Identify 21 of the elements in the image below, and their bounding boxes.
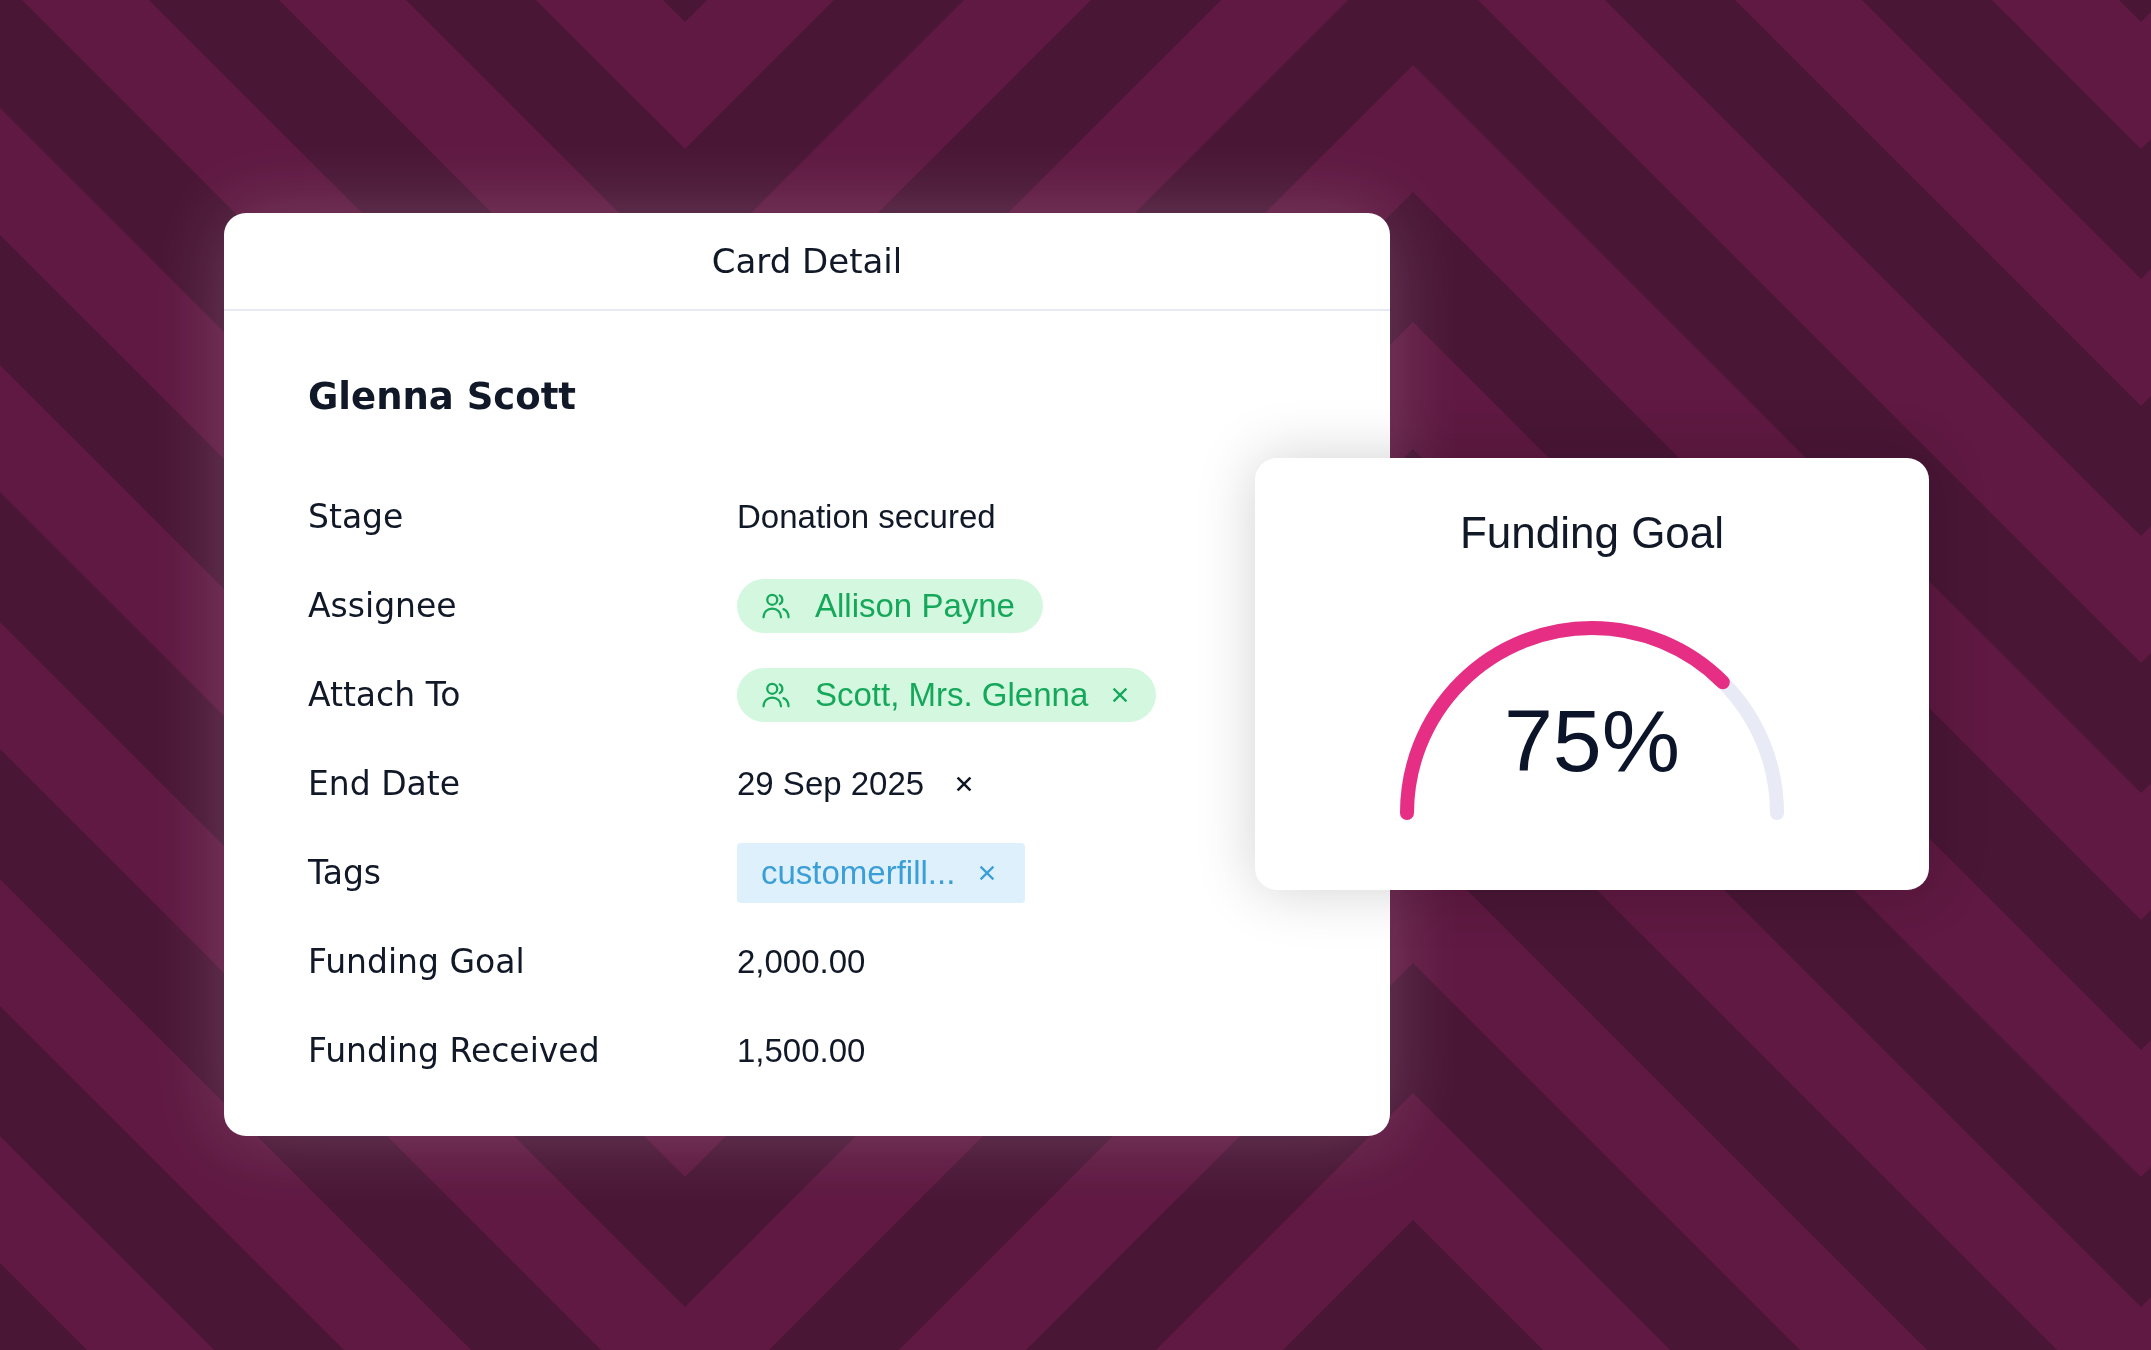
remove-icon[interactable] xyxy=(1112,686,1129,703)
field-value: 1,500.00 xyxy=(737,1031,866,1070)
field-label: Tags xyxy=(308,853,383,892)
field-label: End Date xyxy=(308,764,462,803)
field-label: Attach To xyxy=(308,675,462,714)
clear-icon[interactable] xyxy=(956,775,973,792)
field-label: Funding Goal xyxy=(308,942,526,981)
tag-chip[interactable]: customerfill... xyxy=(737,842,1026,903)
panel-title: Card Detail xyxy=(711,241,903,281)
gauge-reading: 75% xyxy=(1503,690,1681,792)
person-chip[interactable]: Scott, Mrs. Glenna xyxy=(737,667,1157,722)
field-label: Funding Received xyxy=(308,1031,601,1070)
field-value: 2,000.00 xyxy=(737,942,866,981)
gauge-title: Funding Goal xyxy=(1459,508,1725,558)
record-name: Glenna Scott xyxy=(308,375,578,418)
field-label: Assignee xyxy=(308,586,458,625)
field-label: Stage xyxy=(308,497,405,536)
person-chip[interactable]: Allison Payne xyxy=(737,578,1043,633)
remove-icon[interactable] xyxy=(979,864,996,881)
date-value: 29 Sep 2025 xyxy=(737,764,925,803)
field-value: Donation secured xyxy=(737,497,996,536)
